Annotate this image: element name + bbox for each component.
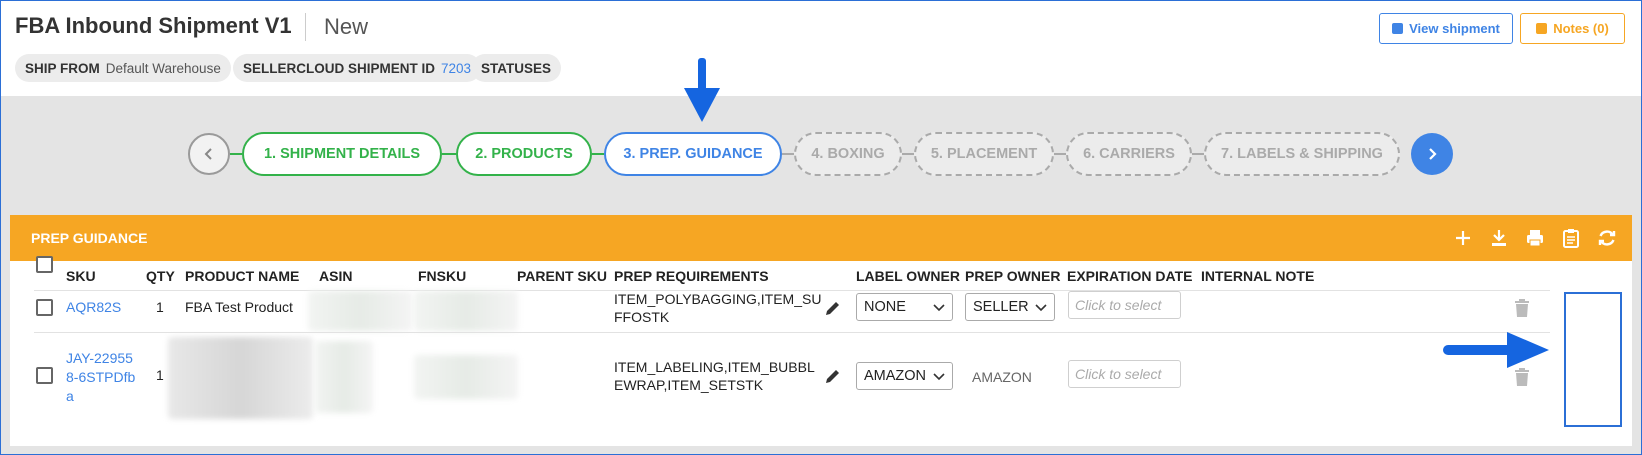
ship-from-chip: SHIP FROM Default Warehouse: [15, 54, 231, 82]
shipment-id-label: SELLERCLOUD SHIPMENT ID: [243, 60, 436, 76]
col-prep-owner[interactable]: PREP OWNER: [965, 268, 1060, 284]
notes-label: Notes (0): [1553, 21, 1609, 36]
view-shipment-button[interactable]: View shipment: [1379, 13, 1513, 44]
step-connector: [902, 153, 914, 155]
step-connector: [442, 153, 456, 155]
statuses-chip[interactable]: STATUSES: [471, 54, 562, 82]
asin-redacted: [308, 291, 412, 331]
ship-from-value: Default Warehouse: [105, 60, 221, 76]
expiration-date-picker[interactable]: Click to select: [1068, 291, 1181, 319]
panel-toolbar: [1452, 227, 1618, 249]
note-icon: [1536, 23, 1548, 34]
clipboard-icon[interactable]: [1560, 227, 1582, 249]
prep-requirements: ITEM_LABELING,ITEM_BUBBLEWRAP,ITEM_SETST…: [614, 359, 815, 393]
step-carriers[interactable]: 6. CARRIERS: [1066, 132, 1192, 176]
sku-link[interactable]: AQR82S: [66, 299, 121, 315]
print-icon[interactable]: [1524, 227, 1546, 249]
annotation-arrow-right-icon: [1443, 332, 1549, 368]
shipment-id-chip: SELLERCLOUD SHIPMENT ID 7203: [233, 54, 482, 82]
notes-button[interactable]: Notes (0): [1520, 13, 1625, 44]
pencil-icon[interactable]: [824, 367, 842, 385]
step-boxing[interactable]: 4. BOXING: [794, 132, 902, 176]
trash-icon[interactable]: [1513, 367, 1531, 387]
chevron-down-icon: [933, 304, 945, 312]
sku-link[interactable]: JAY-229558-6STPDfba: [66, 349, 140, 406]
shipment-id-link[interactable]: 7203: [441, 61, 471, 76]
qty-value: 1: [156, 299, 164, 315]
fnsku-redacted: [414, 291, 518, 331]
step-connector: [1054, 153, 1066, 155]
chevron-down-icon: [933, 373, 945, 381]
prep-owner-select[interactable]: SELLER: [965, 293, 1055, 321]
col-qty[interactable]: QTY: [146, 268, 175, 284]
add-icon[interactable]: [1452, 227, 1474, 249]
trash-icon[interactable]: [1513, 298, 1531, 318]
label-owner-select[interactable]: AMAZON: [856, 362, 953, 390]
annotation-highlight-box: [1564, 292, 1622, 427]
col-asin[interactable]: ASIN: [319, 268, 352, 284]
chevron-left-icon: [204, 148, 212, 160]
row-checkbox[interactable]: [36, 367, 53, 384]
download-icon[interactable]: [1488, 227, 1510, 249]
view-shipment-label: View shipment: [1409, 21, 1500, 36]
next-step-button[interactable]: [1411, 133, 1453, 175]
col-fnsku[interactable]: FNSKU: [418, 268, 466, 284]
page-header: FBA Inbound Shipment V1 New View shipmen…: [1, 1, 1641, 96]
step-connector: [592, 153, 604, 155]
statuses-label: STATUSES: [481, 60, 552, 76]
panel-header: PREP GUIDANCE: [10, 215, 1632, 261]
step-prep-guidance[interactable]: 3. PREP. GUIDANCE: [604, 132, 782, 176]
step-connector: [1192, 153, 1204, 155]
step-products[interactable]: 2. PRODUCTS: [456, 132, 592, 176]
fnsku-redacted: [414, 355, 518, 399]
row-divider: [34, 332, 1550, 333]
pencil-icon[interactable]: [824, 299, 842, 317]
step-shipment-details[interactable]: 1. SHIPMENT DETAILS: [242, 132, 442, 176]
col-internal-note[interactable]: INTERNAL NOTE: [1201, 268, 1314, 284]
step-labels-shipping[interactable]: 7. LABELS & SHIPPING: [1204, 132, 1400, 176]
shipment-status: New: [324, 14, 369, 39]
annotation-arrow-down-icon: [684, 58, 720, 122]
qty-value: 1: [156, 367, 164, 383]
col-parent-sku[interactable]: PARENT SKU: [517, 268, 607, 284]
prep-guidance-panel: PREP GUIDANCE SKU QTY PRODUCT NAME ASIN …: [10, 215, 1632, 446]
select-all-checkbox[interactable]: [36, 256, 53, 273]
label-owner-select[interactable]: NONE: [856, 293, 953, 321]
product-name-redacted: [168, 337, 313, 419]
col-sku[interactable]: SKU: [66, 268, 96, 284]
step-connector: [782, 153, 794, 155]
step-placement[interactable]: 5. PLACEMENT: [914, 132, 1054, 176]
expiration-date-picker[interactable]: Click to select: [1068, 360, 1181, 388]
chevron-down-icon: [1035, 304, 1047, 312]
col-expiration-date[interactable]: EXPIRATION DATE: [1067, 268, 1193, 284]
col-prep-requirements[interactable]: PREP REQUIREMENTS: [614, 268, 769, 284]
step-connector: [230, 153, 242, 155]
row-checkbox[interactable]: [36, 299, 53, 316]
col-label-owner[interactable]: LABEL OWNER: [856, 268, 960, 284]
page-title: FBA Inbound Shipment V1: [15, 13, 292, 38]
asin-redacted: [315, 341, 373, 413]
product-name: FBA Test Product: [185, 299, 293, 315]
chevron-right-icon: [1429, 148, 1437, 160]
refresh-icon[interactable]: [1596, 227, 1618, 249]
col-product-name[interactable]: PRODUCT NAME: [185, 268, 299, 284]
panel-title: PREP GUIDANCE: [31, 230, 148, 246]
prep-owner-value: AMAZON: [972, 369, 1032, 385]
ship-from-label: SHIP FROM: [25, 60, 100, 76]
previous-step-button[interactable]: [188, 133, 230, 175]
title-divider: [305, 13, 306, 41]
prep-requirements: ITEM_POLYBAGGING,ITEM_SUFFOSTK: [614, 291, 822, 325]
note-icon: [1392, 23, 1404, 34]
